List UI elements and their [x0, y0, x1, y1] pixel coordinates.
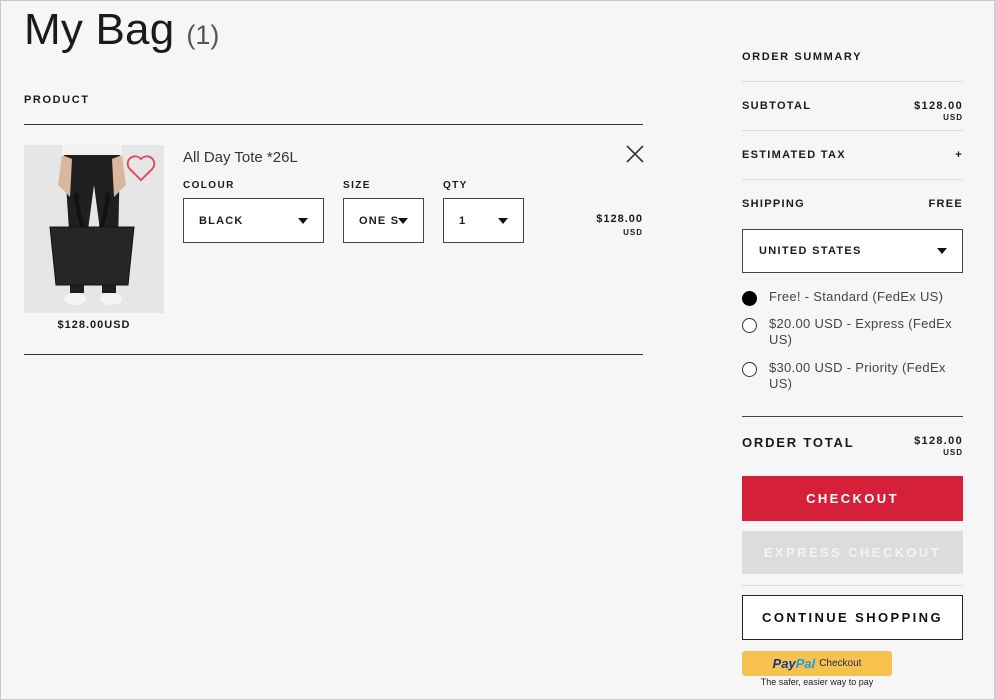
page-title: My Bag (1) [24, 5, 219, 55]
paypal-logo: PayPal [773, 656, 816, 671]
checkout-button[interactable]: CHECKOUT [742, 476, 963, 521]
qty-label: QTY [443, 180, 468, 191]
subtotal-row: SUBTOTAL $128.00 USD [742, 100, 963, 124]
thumb-price: $128.00USD [57, 319, 131, 331]
chevron-down-icon [498, 217, 508, 224]
shipping-option-label: $20.00 USD - Express (FedEx US) [769, 316, 952, 347]
country-value: UNITED STATES [759, 245, 862, 257]
shipping-row: SHIPPING FREE [742, 198, 963, 210]
order-total-amount: $128.00 USD [914, 435, 963, 459]
line-price: $128.00 USD [561, 213, 643, 239]
shipping-option[interactable]: $30.00 USD - Priority (FedEx US) [742, 360, 963, 392]
line-price-currency: USD [623, 228, 643, 237]
product-image[interactable] [24, 145, 164, 313]
chevron-down-icon [298, 217, 308, 224]
size-select[interactable]: ONE SIZE [343, 198, 424, 243]
shipping-option-label: Free! - Standard (FedEx US) [769, 289, 944, 304]
radio-button[interactable] [742, 318, 757, 333]
divider [742, 179, 963, 180]
continue-shopping-button[interactable]: CONTINUE SHOPPING [742, 595, 963, 640]
chevron-down-icon [398, 217, 408, 224]
product-column-header: PRODUCT [24, 94, 90, 106]
colour-label: COLOUR [183, 180, 235, 191]
radio-button[interactable] [742, 362, 757, 377]
paypal-tagline: The safer, easier way to pay [760, 677, 874, 687]
page-title-text: My Bag [24, 5, 175, 54]
divider [742, 416, 963, 417]
expand-icon[interactable]: + [955, 149, 963, 161]
paypal-logo-pal: Pal [795, 656, 816, 671]
tax-row[interactable]: ESTIMATED TAX + [742, 149, 963, 161]
colour-select[interactable]: BLACK [183, 198, 324, 243]
paypal-checkout-button[interactable]: PayPal Checkout [742, 651, 892, 676]
shipping-value: FREE [928, 198, 963, 210]
radio-button[interactable] [742, 291, 757, 306]
divider [742, 81, 963, 82]
shipping-option[interactable]: $20.00 USD - Express (FedEx US) [742, 316, 963, 348]
order-total-value: $128.00 [914, 435, 963, 447]
express-checkout-button[interactable]: EXPRESS CHECKOUT [742, 531, 963, 574]
divider [742, 130, 963, 131]
subtotal-value: $128.00 [914, 100, 963, 112]
order-total-currency: USD [943, 448, 963, 457]
colour-value: BLACK [199, 214, 244, 227]
qty-value: 1 [459, 214, 467, 227]
shipping-option[interactable]: Free! - Standard (FedEx US) [742, 289, 963, 306]
shipping-option-label: $30.00 USD - Priority (FedEx US) [769, 360, 946, 391]
close-icon[interactable] [625, 144, 645, 164]
size-value: ONE SIZE [359, 214, 398, 227]
shipping-label: SHIPPING [742, 198, 805, 210]
country-select[interactable]: UNITED STATES [742, 229, 963, 273]
paypal-checkout-text: Checkout [819, 658, 862, 669]
chevron-down-icon [937, 248, 947, 254]
order-summary-title: ORDER SUMMARY [742, 51, 863, 63]
subtotal-label: SUBTOTAL [742, 100, 812, 112]
bag-count: (1) [186, 20, 220, 50]
paypal-logo-pay: Pay [772, 656, 796, 671]
subtotal-amount: $128.00 USD [914, 100, 963, 124]
subtotal-currency: USD [943, 113, 963, 122]
divider [24, 354, 643, 355]
divider [742, 585, 963, 586]
product-name[interactable]: All Day Tote *26L [183, 149, 298, 166]
divider [24, 124, 643, 125]
tax-label: ESTIMATED TAX [742, 149, 846, 161]
size-label: SIZE [343, 180, 371, 191]
heart-icon[interactable] [126, 154, 156, 182]
order-total-label: ORDER TOTAL [742, 435, 855, 450]
line-price-amount: $128.00 [596, 213, 643, 225]
qty-select[interactable]: 1 [443, 198, 524, 243]
order-total-row: ORDER TOTAL $128.00 USD [742, 435, 963, 459]
